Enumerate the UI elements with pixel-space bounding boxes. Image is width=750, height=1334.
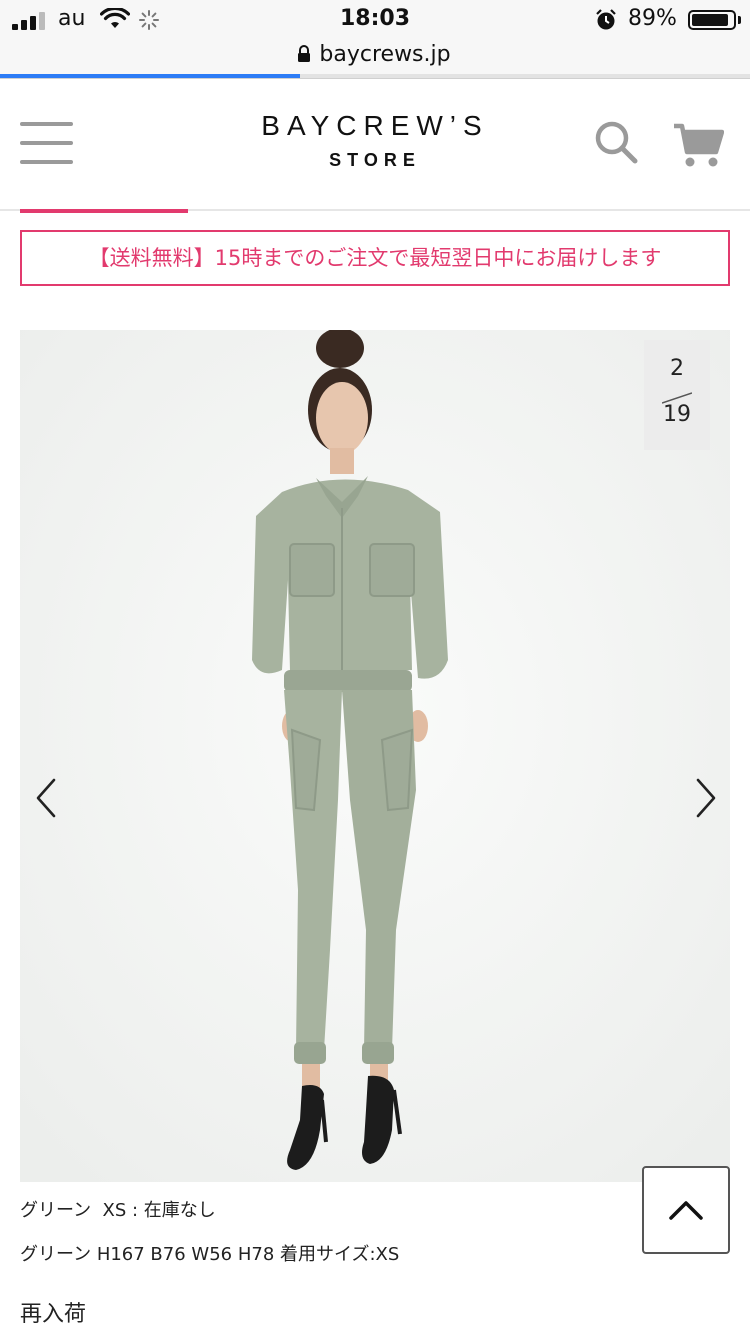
battery-icon (688, 10, 736, 30)
signal-icon (12, 12, 45, 30)
product-image-gallery[interactable] (20, 330, 730, 1182)
battery-tip (738, 16, 741, 24)
alarm-icon (596, 9, 616, 30)
url-text[interactable]: baycrews.jp (0, 42, 750, 67)
wifi-icon (100, 8, 130, 28)
battery-percent: 89% (628, 6, 677, 31)
header-accent-bar (20, 209, 188, 213)
restock-heading: 再入荷 (20, 1302, 87, 1327)
cart-icon[interactable] (672, 120, 724, 168)
hamburger-icon-line (20, 141, 73, 145)
url-bar-divider (0, 78, 750, 79)
image-counter: 2 19 (644, 340, 710, 450)
shipping-notice: 【送料無料】15時までのご注文で最短翌日中にお届けします (20, 230, 730, 286)
battery-level-fill (692, 14, 728, 26)
stock-status: グリーン XS : 在庫なし (20, 1200, 216, 1221)
chevron-left-icon[interactable] (28, 768, 68, 828)
chevron-right-icon[interactable] (684, 768, 724, 828)
hamburger-icon-line (20, 160, 73, 164)
url-label: baycrews.jp (319, 42, 451, 67)
model-size-info: グリーン H167 B76 W56 H78 着用サイズ:XS (20, 1244, 400, 1265)
image-counter-current: 2 (670, 356, 684, 381)
chevron-up-icon (669, 1201, 703, 1220)
hamburger-icon-line (20, 122, 73, 126)
carrier-label: au (58, 6, 86, 31)
product-photo (20, 330, 730, 1182)
menu-button[interactable] (20, 122, 73, 164)
status-bar: au 18:03 89% (0, 0, 750, 40)
back-to-top-button[interactable] (642, 1166, 730, 1254)
image-counter-total: 19 (663, 402, 691, 427)
search-icon[interactable] (594, 120, 638, 164)
activity-spinner-icon (139, 10, 159, 30)
